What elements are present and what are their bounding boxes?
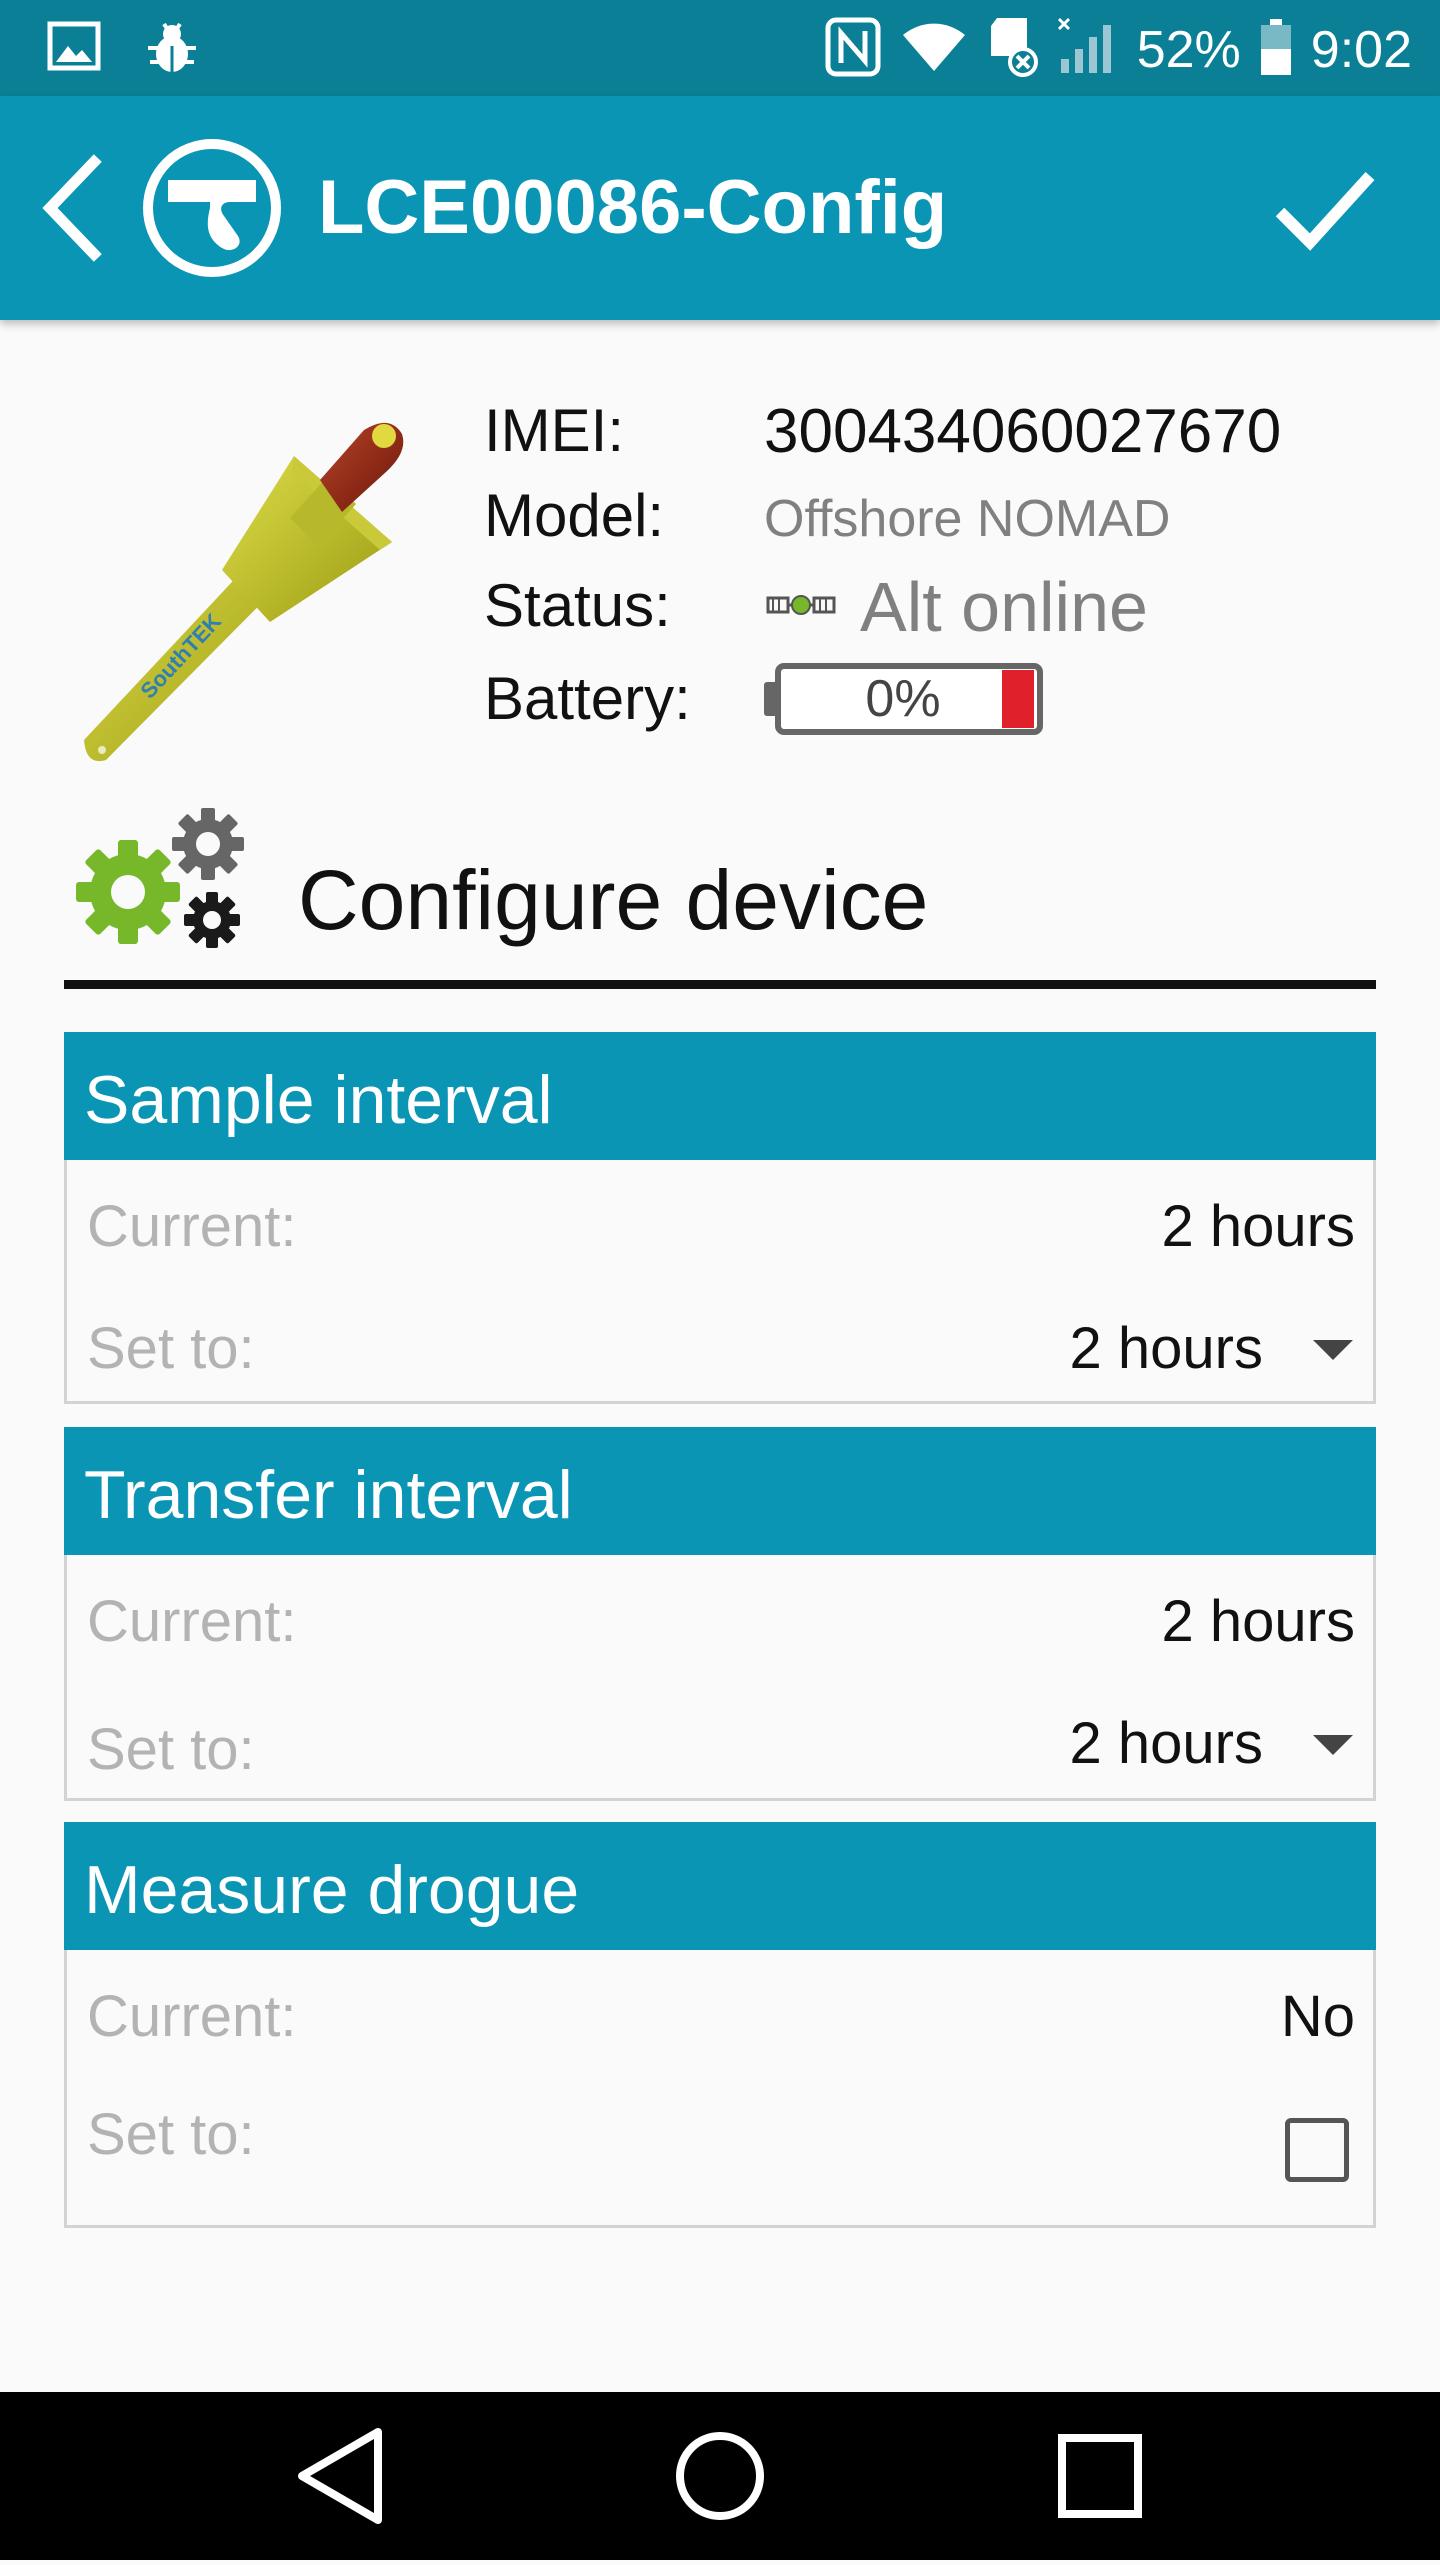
device-image: SouthTEK [80, 400, 450, 770]
battery-label: Battery: [484, 665, 691, 732]
transfer-interval-dropdown[interactable]: 2 hours [767, 1689, 1379, 1795]
sd-card-icon [987, 16, 1039, 83]
bug-icon [142, 18, 202, 83]
navigation-bar [0, 2392, 1440, 2560]
card-header: Transfer interval [64, 1427, 1376, 1555]
back-arrow-icon [42, 154, 102, 262]
back-triangle-icon [298, 2428, 382, 2524]
model-label: Model: [484, 482, 665, 549]
card-title: Sample interval [84, 1062, 553, 1138]
section-divider [64, 980, 1376, 989]
current-value: No [1280, 1984, 1355, 2049]
home-circle-icon [676, 2432, 764, 2520]
dropdown-value: 2 hours [1069, 1316, 1263, 1381]
checkmark-icon [1275, 171, 1375, 251]
imei-value: 300434060027670 [764, 397, 1282, 466]
nav-recents-button[interactable] [1000, 2392, 1200, 2560]
transfer-interval-card: Transfer interval Current: 2 hours Set t… [64, 1427, 1376, 1801]
dropdown-value: 2 hours [1069, 1711, 1263, 1776]
nav-home-button[interactable] [620, 2392, 820, 2560]
measure-drogue-card: Measure drogue Current: No Set to: [64, 1822, 1376, 2228]
status-label: Status: [484, 572, 671, 639]
gallery-icon [46, 18, 102, 83]
set-to-label: Set to: [87, 1717, 255, 1782]
set-to-label: Set to: [87, 1316, 255, 1381]
sample-interval-card: Sample interval Current: 2 hours Set to:… [64, 1032, 1376, 1404]
imei-label: IMEI: [484, 397, 625, 464]
current-label: Current: [87, 1589, 297, 1654]
svg-text:SouthTEK: SouthTEK [135, 609, 226, 704]
measure-drogue-checkbox[interactable] [1285, 2118, 1349, 2182]
recents-square-icon [1058, 2434, 1142, 2518]
wifi-icon [899, 19, 969, 80]
current-label: Current: [87, 1194, 297, 1259]
status-time: 9:02 [1310, 20, 1412, 79]
card-header: Measure drogue [64, 1822, 1376, 1950]
model-value: Offshore NOMAD [764, 490, 1171, 548]
save-button[interactable] [1270, 158, 1380, 258]
signal-icon [1057, 17, 1119, 82]
gears-icon [72, 808, 252, 958]
page-title: LCE00086-Config [318, 165, 948, 250]
card-title: Measure drogue [84, 1852, 580, 1928]
current-value: 2 hours [1161, 1589, 1355, 1654]
app-logo-icon [140, 136, 284, 280]
current-value: 2 hours [1161, 1194, 1355, 1259]
nfc-icon [825, 17, 881, 82]
status-value: Alt online [860, 568, 1148, 646]
satellite-icon [766, 586, 836, 624]
card-title: Transfer interval [84, 1457, 573, 1533]
nav-back-button[interactable] [240, 2392, 440, 2560]
set-to-label: Set to: [87, 2102, 255, 2167]
back-button[interactable] [32, 148, 122, 268]
sample-interval-dropdown[interactable]: 2 hours [767, 1294, 1379, 1400]
status-battery-percent: 52% [1136, 20, 1241, 79]
current-label: Current: [87, 1984, 297, 2049]
dropdown-arrow-icon [1313, 1735, 1353, 1755]
battery-icon [1259, 17, 1293, 82]
status-bar: 52% 9:02 [0, 0, 1440, 96]
section-title: Configure device [298, 853, 929, 947]
card-header: Sample interval [64, 1032, 1376, 1160]
dropdown-arrow-icon [1313, 1340, 1353, 1360]
app-bar: LCE00086-Config [0, 96, 1440, 320]
battery-value: 0% [865, 670, 941, 728]
